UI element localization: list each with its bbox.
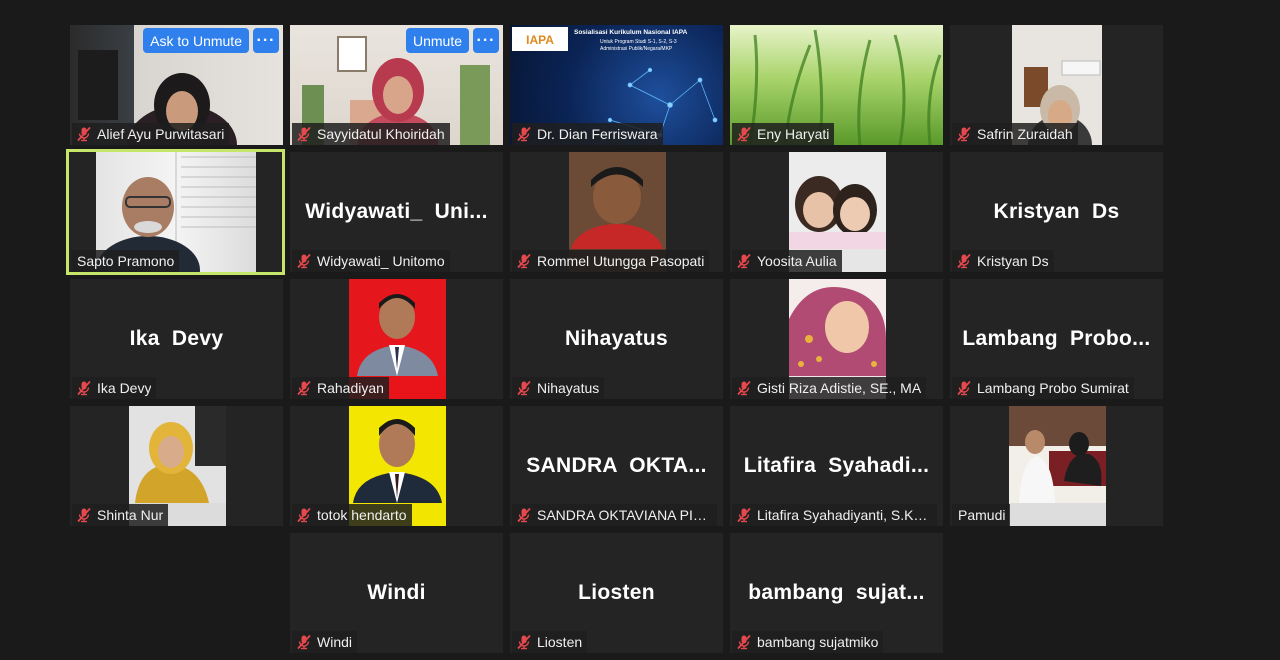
name-label: Pamudi (952, 504, 1011, 526)
participant-name: Nihayatus (537, 380, 600, 396)
mic-muted-icon (76, 507, 92, 523)
participant-name: Pamudi (958, 507, 1006, 523)
participant-tile[interactable]: Ask to Unmute ··· Alief Ayu Purwitasari (70, 25, 283, 145)
participant-tile[interactable]: Yoosita Aulia (730, 152, 943, 272)
participant-tile[interactable]: Gisti Riza Adistie, SE., MA (730, 279, 943, 399)
unmute-button[interactable]: Unmute (405, 28, 469, 53)
name-label: Kristyan Ds (952, 250, 1054, 272)
participant-tile[interactable]: Windi Windi (290, 533, 503, 653)
name-label: Liosten (512, 631, 588, 653)
slide-title: Sosialisasi Kurikulum Nasional IAPA (574, 29, 688, 36)
participant-avatar (1008, 406, 1106, 526)
name-label: totok hendarto (292, 504, 412, 526)
name-label: Yoosita Aulia (732, 250, 842, 272)
name-label: Rommel Utungga Pasopati (512, 250, 710, 272)
name-label: Dr. Dian Ferriswara (512, 123, 663, 145)
participant-name: Windi (317, 634, 353, 650)
name-label: Rahadiyan (292, 377, 389, 399)
participant-name: Kristyan Ds (977, 253, 1049, 269)
mic-muted-icon (76, 380, 92, 396)
participant-name: Alief Ayu Purwitasari (97, 126, 225, 142)
participant-tile[interactable]: Nihayatus Nihayatus (510, 279, 723, 399)
participant-name: totok hendarto (317, 507, 407, 523)
name-label: Sayyidatul Khoiridah (292, 123, 450, 145)
mic-muted-icon (516, 634, 532, 650)
mic-muted-icon (736, 253, 752, 269)
participant-tile[interactable]: totok hendarto (290, 406, 503, 526)
participant-name: Rommel Utungga Pasopati (537, 253, 705, 269)
name-label: Gisti Riza Adistie, SE., MA (732, 377, 927, 399)
participant-name: Sapto Pramono (77, 253, 175, 269)
participant-name: Widyawati_ Unitomo (317, 253, 445, 269)
participant-name: Ika Devy (97, 380, 152, 396)
participant-name: Litafira Syahadiyanti, S.Ko... (757, 507, 932, 523)
name-label: Sapto Pramono (71, 250, 180, 272)
mic-muted-icon (956, 380, 972, 396)
participant-name: Safrin Zuraidah (977, 126, 1073, 142)
name-label: Alief Ayu Purwitasari (72, 123, 230, 145)
more-options-button[interactable]: ··· (253, 28, 279, 53)
name-label: bambang sujatmiko (732, 631, 884, 653)
name-label: SANDRA OKTAVIANA PIN... (512, 504, 717, 526)
participant-name: SANDRA OKTAVIANA PIN... (537, 507, 712, 523)
participant-tile[interactable]: Eny Haryati (730, 25, 943, 145)
name-label: Eny Haryati (732, 123, 835, 145)
mic-muted-icon (736, 507, 752, 523)
mic-muted-icon (956, 126, 972, 142)
mic-muted-icon (736, 126, 752, 142)
name-label: Widyawati_ Unitomo (292, 250, 450, 272)
participant-name: Sayyidatul Khoiridah (317, 126, 445, 142)
mic-muted-icon (296, 634, 312, 650)
participant-name: bambang sujatmiko (757, 634, 879, 650)
participant-tile[interactable]: bambang sujat... bambang sujatmiko (730, 533, 943, 653)
name-label: Ika Devy (72, 377, 157, 399)
participant-tile[interactable]: Rahadiyan (290, 279, 503, 399)
participant-tile[interactable]: Rommel Utungga Pasopati (510, 152, 723, 272)
participant-tile[interactable]: Litafira Syahadi... Litafira Syahadiyant… (730, 406, 943, 526)
participant-tile[interactable]: Ika Devy Ika Devy (70, 279, 283, 399)
participant-name: Gisti Riza Adistie, SE., MA (757, 380, 922, 396)
participant-tile[interactable]: Unmute ··· Sayyidatul Khoiridah (290, 25, 503, 145)
mic-muted-icon (516, 253, 532, 269)
participant-name: Rahadiyan (317, 380, 384, 396)
mic-muted-icon (296, 380, 312, 396)
participant-tile[interactable]: Safrin Zuraidah (950, 25, 1163, 145)
participant-tile[interactable]: Widyawati_ Uni... Widyawati_ Unitomo (290, 152, 503, 272)
mic-muted-icon (736, 634, 752, 650)
participant-tile[interactable]: Kristyan Ds Kristyan Ds (950, 152, 1163, 272)
slide-line-1: Untuk Program Studi S-1, S-2, S-3 (600, 39, 677, 45)
name-label: Litafira Syahadiyanti, S.Ko... (732, 504, 937, 526)
participant-name: Yoosita Aulia (757, 253, 837, 269)
participant-tile[interactable]: Liosten Liosten (510, 533, 723, 653)
participant-tile[interactable]: Pamudi (950, 406, 1163, 526)
mic-muted-icon (296, 253, 312, 269)
participant-name: Shinta Nur (97, 507, 164, 523)
slide-line-2: Administrasi Publik/Negara/MKP (600, 46, 673, 52)
mic-muted-icon (76, 126, 92, 142)
mic-muted-icon (516, 380, 532, 396)
more-options-button[interactable]: ··· (473, 28, 499, 53)
ask-to-unmute-button[interactable]: Ask to Unmute (143, 28, 249, 53)
participant-tile[interactable]: Shinta Nur (70, 406, 283, 526)
participant-tile[interactable]: IAPA Sosialisasi Kurikulum Nasional IAPA… (510, 25, 723, 145)
participant-name: Dr. Dian Ferriswara (537, 126, 658, 142)
name-label: Safrin Zuraidah (952, 123, 1078, 145)
mic-muted-icon (296, 507, 312, 523)
mic-muted-icon (956, 253, 972, 269)
mic-muted-icon (516, 126, 532, 142)
participant-tile[interactable]: Lambang Probo... Lambang Probo Sumirat (950, 279, 1163, 399)
mic-muted-icon (516, 507, 532, 523)
participant-name: Eny Haryati (757, 126, 830, 142)
participant-name: Liosten (537, 634, 583, 650)
mic-muted-icon (296, 126, 312, 142)
name-label: Lambang Probo Sumirat (952, 377, 1134, 399)
participant-tile[interactable]: SANDRA OKTA... SANDRA OKTAVIANA PIN... (510, 406, 723, 526)
slide-logo: IAPA (526, 33, 554, 47)
name-label: Shinta Nur (72, 504, 169, 526)
name-label: Windi (292, 631, 358, 653)
participant-tile-active-speaker[interactable]: Sapto Pramono (66, 149, 285, 275)
participant-name: Lambang Probo Sumirat (977, 380, 1129, 396)
mic-muted-icon (736, 380, 752, 396)
name-label: Nihayatus (512, 377, 605, 399)
